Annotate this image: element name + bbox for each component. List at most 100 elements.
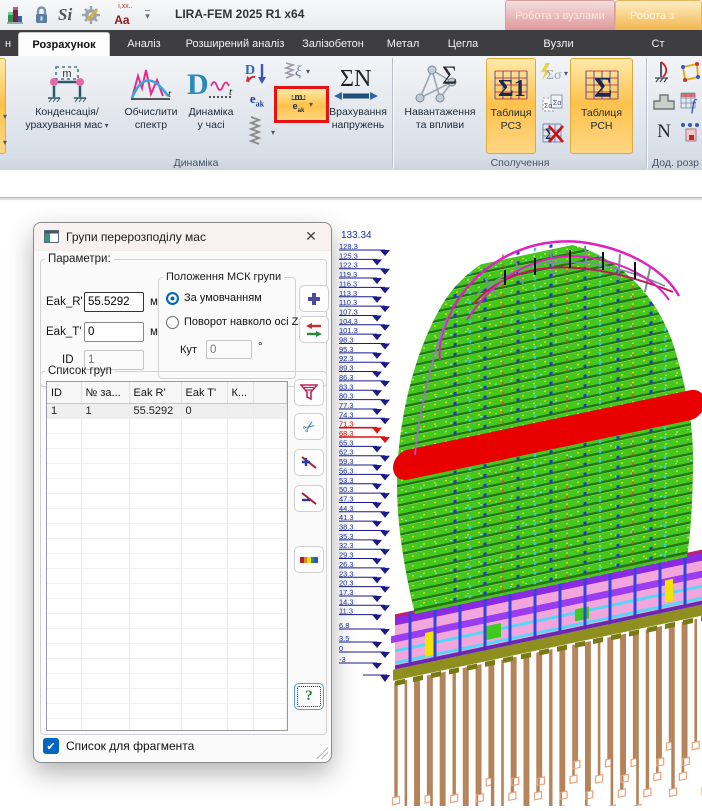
svg-text:t: t (168, 88, 172, 100)
table-cell (47, 659, 81, 674)
tab-2[interactable]: Аналіз (112, 32, 176, 56)
settings-gear-icon[interactable] (81, 4, 103, 26)
time-history-button[interactable]: D t Динаміка у часі (182, 58, 240, 154)
filter-button[interactable] (294, 379, 324, 406)
tab-1[interactable]: Розрахунок (18, 32, 110, 56)
caret-icon: ▾ (102, 121, 108, 130)
table-cell (227, 539, 253, 554)
footing-button[interactable] (652, 89, 676, 115)
caret-icon[interactable]: ▾ (271, 128, 275, 137)
table-row[interactable] (47, 614, 287, 629)
context-header-rods[interactable]: Робота з (615, 0, 702, 30)
table-row[interactable] (47, 659, 287, 674)
add-to-line-button[interactable] (294, 449, 324, 476)
spring-button[interactable] (241, 114, 269, 148)
table-row[interactable] (47, 554, 287, 569)
svg-text:0: 0 (339, 644, 343, 653)
tab-4[interactable]: Залізобетон (294, 32, 372, 56)
context-header-nodes[interactable]: Робота з вузлами (505, 0, 615, 31)
sigma-stress-button[interactable]: Σσ ▾ (538, 60, 568, 86)
table-row[interactable]: 1155.52920 (47, 404, 287, 419)
table-row[interactable] (47, 674, 287, 689)
model-view[interactable]: 133.34128.3125.3122.3119.3116.3113.3110.… (335, 200, 702, 806)
eak-r-unit: м (150, 296, 158, 308)
table-row[interactable] (47, 584, 287, 599)
mass-condensation-button[interactable]: m Конденсація/ урахування мас ▾ (14, 58, 120, 154)
svg-text:Σ1: Σ1 (498, 76, 526, 102)
qat-customize-caret[interactable]: ▾ (145, 10, 150, 20)
caret-icon[interactable]: ▾ (3, 112, 7, 121)
tab-7[interactable]: Вузли (505, 32, 612, 56)
help-button[interactable]: ? (294, 683, 324, 710)
table-row[interactable] (47, 524, 287, 539)
table-row[interactable] (47, 629, 287, 644)
table-row[interactable] (47, 704, 287, 719)
model-blocks-icon[interactable] (6, 6, 25, 25)
units-icon[interactable]: Si (58, 5, 72, 25)
tab-3[interactable]: Розширений аналіз (178, 32, 292, 56)
swap-direction-button[interactable] (299, 316, 329, 343)
damping-button[interactable]: ξ ▾ (277, 58, 317, 84)
lock-icon[interactable] (34, 6, 49, 24)
eak-button[interactable]: eak (243, 88, 271, 112)
table-rsz-button[interactable]: Σ1 Таблиця РСЗ (486, 58, 536, 154)
table-rsn-button[interactable]: Σ Таблиця РСН (570, 58, 633, 154)
eak-r-input[interactable] (84, 292, 144, 312)
table-row[interactable] (47, 509, 287, 524)
table-row[interactable] (47, 464, 287, 479)
tab-6[interactable]: Цегла (434, 32, 492, 56)
text-format-icon[interactable]: i,xx.. Aa (112, 3, 136, 27)
column-header[interactable]: № за... (81, 382, 129, 404)
copy-tables-button[interactable]: ΣαΣα (540, 90, 566, 116)
table-cell (81, 689, 129, 704)
remove-from-line-button[interactable] (294, 485, 324, 512)
delete-table-button[interactable]: Σ (540, 118, 566, 146)
column-header[interactable]: К... (227, 382, 253, 404)
node-table-button[interactable] (678, 119, 702, 145)
table-row[interactable] (47, 434, 287, 449)
table-row[interactable] (47, 644, 287, 659)
dialog-title-bar[interactable]: Групи перерозподілу мас ✕ (34, 223, 331, 251)
table-row[interactable] (47, 494, 287, 509)
table-row[interactable] (47, 599, 287, 614)
checkbox-checked-icon[interactable]: ✔ (43, 738, 59, 754)
column-header[interactable] (253, 382, 287, 404)
compute-spectrum-button[interactable]: t Обчислити спектр (121, 58, 181, 154)
fragment-list-checkbox-row[interactable]: ✔ Список для фрагмента (43, 738, 194, 754)
radio-default[interactable] (166, 292, 179, 305)
table-row[interactable] (47, 449, 287, 464)
column-header[interactable]: ID (47, 382, 81, 404)
column-header[interactable]: Eak R' (129, 382, 181, 404)
add-group-button[interactable] (299, 285, 329, 312)
color-scale-button[interactable] (294, 546, 324, 573)
group-list-table[interactable]: ID№ за...Eak R'Eak T'К... 1155.52920 (46, 381, 288, 731)
tab-8[interactable]: Ст (614, 32, 702, 56)
svg-text:65.3: 65.3 (339, 438, 354, 447)
table-row[interactable] (47, 569, 287, 584)
stress-account-button[interactable]: ΣN Врахування напружень (326, 58, 390, 154)
table-row[interactable] (47, 689, 287, 704)
force-n-button[interactable]: N (652, 119, 676, 145)
tab-0[interactable]: н (0, 32, 16, 56)
pile-deflection-button[interactable] (652, 59, 676, 85)
svg-text:23.3: 23.3 (339, 569, 354, 578)
radio-rotate-z[interactable] (166, 316, 179, 329)
function-table-button[interactable]: f (678, 89, 702, 115)
table-row[interactable] (47, 539, 287, 554)
table-row[interactable] (47, 419, 287, 434)
punching-contour-button[interactable] (678, 59, 702, 85)
caret-icon[interactable]: ▾ (3, 138, 7, 147)
loads-impacts-button[interactable]: Σ Навантаження та впливи (397, 58, 483, 154)
table-row[interactable] (47, 479, 287, 494)
cut-button[interactable]: ✂ (294, 413, 324, 440)
mass-redistribution-button[interactable]: ↕m↕ eak ▾ (277, 89, 326, 120)
column-header[interactable]: Eak T' (181, 382, 227, 404)
close-icon[interactable]: ✕ (301, 228, 321, 245)
eak-t-input[interactable] (84, 322, 144, 342)
tab-5[interactable]: Метал (374, 32, 432, 56)
resize-grip[interactable] (316, 747, 328, 759)
table-cell (227, 629, 253, 644)
svg-text:110.3: 110.3 (339, 298, 357, 307)
displacement-arrows-button[interactable]: D (243, 60, 271, 86)
table-row[interactable] (47, 719, 287, 732)
